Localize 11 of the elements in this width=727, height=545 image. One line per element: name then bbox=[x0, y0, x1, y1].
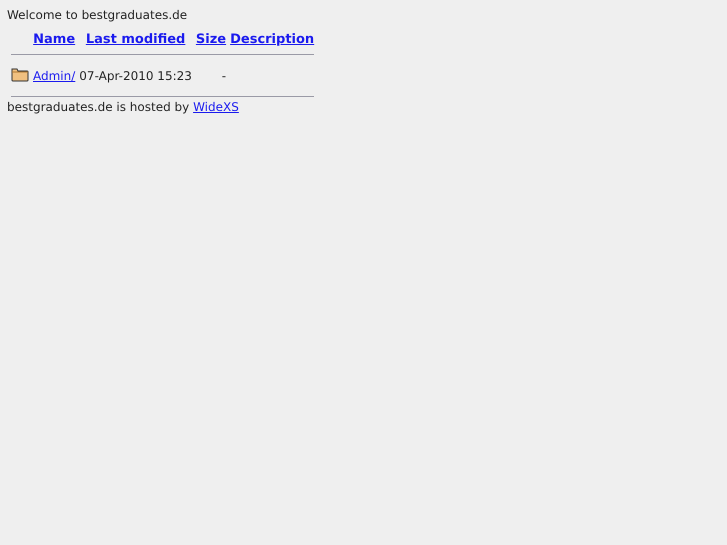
welcome-text: Welcome to bestgraduates.de bbox=[7, 8, 188, 22]
column-sort-link[interactable]: Size bbox=[196, 32, 226, 47]
modified-date: 07-Apr-2010 15:23 bbox=[79, 68, 192, 82]
column-sort-link[interactable]: Description bbox=[230, 32, 314, 47]
host-link[interactable]: WideXS bbox=[193, 100, 239, 114]
file-size: - bbox=[222, 68, 226, 82]
file-link[interactable]: Admin/ bbox=[33, 68, 76, 82]
footer-text: bestgraduates.de is hosted by bbox=[7, 100, 190, 114]
column-sort-link[interactable]: Last modified bbox=[86, 32, 186, 47]
column-sort-link[interactable]: Name bbox=[33, 32, 76, 47]
folder-icon bbox=[11, 66, 29, 82]
